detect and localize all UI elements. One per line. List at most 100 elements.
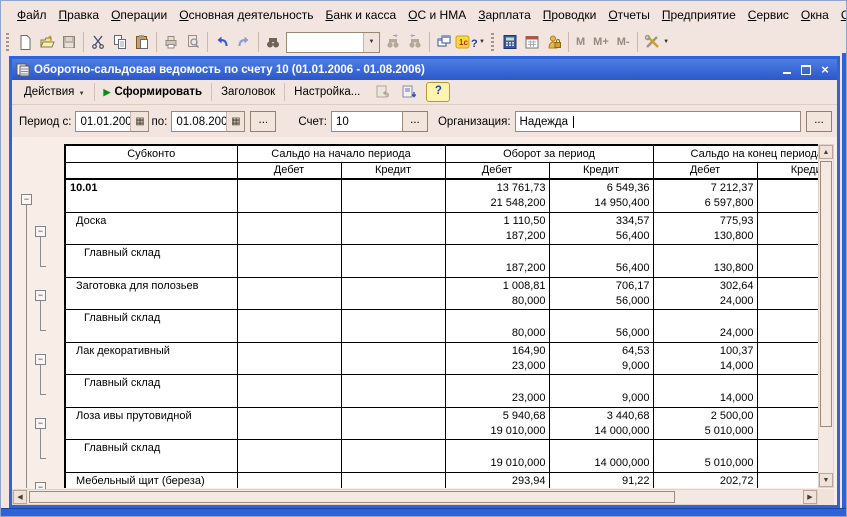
header-button[interactable]: Заголовок (213, 83, 283, 101)
sum-cell[interactable] (237, 342, 341, 359)
minimize-button[interactable] (779, 63, 795, 77)
calendar-icon[interactable] (521, 31, 543, 53)
sum-cell[interactable] (341, 342, 445, 359)
calculator-icon[interactable] (499, 31, 521, 53)
sum-cell[interactable] (237, 440, 341, 457)
sum-cell[interactable]: 334,57 (549, 212, 653, 229)
row-label-cell[interactable]: Главный склад (65, 245, 237, 262)
sum-cell[interactable] (757, 310, 818, 327)
toolbar-grip[interactable] (491, 33, 494, 51)
sum-cell[interactable]: 91,22 (549, 472, 653, 488)
quantity-cell[interactable]: 14 950,400 (549, 196, 653, 212)
sum-cell[interactable]: 706,17 (549, 277, 653, 294)
quantity-cell[interactable] (237, 326, 341, 342)
find-previous-icon[interactable] (404, 31, 426, 53)
quantity-cell[interactable] (341, 391, 445, 407)
quantity-cell[interactable] (757, 424, 818, 440)
quantity-cell[interactable]: 130,800 (653, 229, 757, 245)
sum-cell[interactable] (341, 245, 445, 262)
menu-item-банк-и-касса[interactable]: Банк и касса (319, 5, 402, 25)
actions-button[interactable]: Действия ▼ (16, 83, 93, 101)
quantity-cell[interactable] (341, 359, 445, 375)
quantity-cell[interactable]: 187,200 (445, 261, 549, 277)
paste-icon[interactable] (131, 31, 153, 53)
sum-cell[interactable] (757, 212, 818, 229)
scroll-right-icon[interactable]: ▶ (803, 490, 817, 504)
sum-cell[interactable]: 293,94 (445, 472, 549, 488)
sum-cell[interactable] (445, 375, 549, 392)
collapse-group-button[interactable]: − (35, 290, 46, 301)
quantity-cell[interactable]: 14,000 (653, 391, 757, 407)
quantity-cell[interactable] (341, 229, 445, 245)
sum-cell[interactable] (445, 440, 549, 457)
quantity-cell[interactable]: 19 010,000 (445, 424, 549, 440)
row-label-cell[interactable]: Заготовка для полозьев (65, 277, 237, 294)
empty-cell[interactable] (65, 229, 237, 245)
sum-cell[interactable] (757, 277, 818, 294)
quantity-cell[interactable] (341, 326, 445, 342)
menu-item-отчеты[interactable]: Отчеты (602, 5, 656, 25)
quantity-cell[interactable]: 56,400 (549, 261, 653, 277)
quantity-cell[interactable]: 23,000 (445, 359, 549, 375)
menu-item-ос-и-нма[interactable]: ОС и НМА (402, 5, 472, 25)
scroll-up-icon[interactable]: ▲ (819, 145, 833, 159)
help-button[interactable]: ? (426, 82, 450, 102)
empty-cell[interactable] (65, 391, 237, 407)
sum-cell[interactable] (237, 375, 341, 392)
sum-cell[interactable] (341, 440, 445, 457)
sum-cell[interactable] (237, 310, 341, 327)
menu-item-предприятие[interactable]: Предприятие (656, 5, 742, 25)
sum-cell[interactable] (237, 407, 341, 424)
menu-item-операции[interactable]: Операции (105, 5, 173, 25)
quantity-cell[interactable] (237, 359, 341, 375)
new-document-icon[interactable] (14, 31, 36, 53)
empty-cell[interactable] (65, 424, 237, 440)
memory-plus-button[interactable]: M+ (589, 36, 613, 48)
vertical-scroll-thumb[interactable] (820, 161, 832, 427)
account-ellipsis-button[interactable]: ... (403, 111, 428, 132)
sum-cell[interactable] (757, 342, 818, 359)
menu-item-правка[interactable]: Правка (53, 5, 106, 25)
cut-icon[interactable] (87, 31, 109, 53)
quantity-cell[interactable] (757, 294, 818, 310)
sum-cell[interactable] (653, 440, 757, 457)
organization-input[interactable]: Надежда (515, 111, 801, 132)
chevron-down-icon[interactable]: ▼ (363, 33, 379, 52)
print-icon[interactable] (160, 31, 182, 53)
memory-button[interactable]: M (572, 36, 589, 48)
collapse-group-button[interactable]: − (21, 194, 32, 205)
empty-cell[interactable] (65, 456, 237, 472)
sum-cell[interactable] (757, 440, 818, 457)
quantity-cell[interactable]: 14 000,000 (549, 424, 653, 440)
sum-cell[interactable] (341, 212, 445, 229)
sum-cell[interactable] (757, 472, 818, 488)
row-label-cell[interactable]: Лоза ивы прутовидной (65, 407, 237, 424)
quantity-cell[interactable] (341, 261, 445, 277)
redo-icon[interactable] (233, 31, 255, 53)
sum-cell[interactable] (549, 440, 653, 457)
empty-cell[interactable] (65, 359, 237, 375)
row-label-cell[interactable]: Мебельный щит (береза) (65, 472, 237, 488)
quantity-cell[interactable]: 14 000,000 (549, 456, 653, 472)
menu-item-сервис[interactable]: Сервис (742, 5, 795, 25)
sum-cell[interactable]: 100,37 (653, 342, 757, 359)
sum-cell[interactable]: 5 940,68 (445, 407, 549, 424)
quantity-cell[interactable] (757, 456, 818, 472)
sum-cell[interactable]: 302,64 (653, 277, 757, 294)
quantity-cell[interactable]: 56,000 (549, 294, 653, 310)
quantity-cell[interactable] (341, 456, 445, 472)
generate-button[interactable]: ▶Сформировать (96, 83, 211, 101)
sum-cell[interactable]: 775,93 (653, 212, 757, 229)
quantity-cell[interactable] (757, 391, 818, 407)
period-ellipsis-button[interactable]: ... (250, 111, 276, 132)
copy-icon[interactable] (109, 31, 131, 53)
quantity-cell[interactable] (237, 424, 341, 440)
sum-cell[interactable] (653, 310, 757, 327)
service-tools-icon[interactable]: ▼ (641, 31, 673, 53)
empty-cell[interactable] (65, 196, 237, 212)
row-label-cell[interactable]: Главный склад (65, 375, 237, 392)
period-from-input[interactable]: 01.01.2006 ▦ (75, 111, 149, 132)
quantity-cell[interactable] (237, 229, 341, 245)
sum-cell[interactable] (653, 375, 757, 392)
menu-item-основная-деятельность[interactable]: Основная деятельность (173, 5, 319, 25)
